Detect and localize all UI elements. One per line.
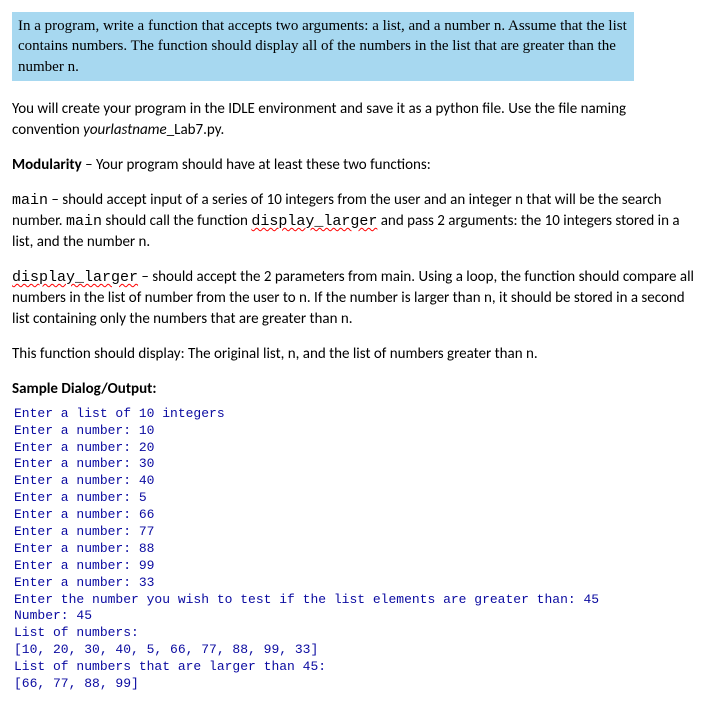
sample-heading: Sample Dialog/Output: <box>12 379 697 400</box>
modularity-rest: – Your program should have at least thes… <box>82 156 431 174</box>
filename-rest: _Lab7.py. <box>167 121 225 139</box>
display-larger-code-2: display_larger <box>12 269 138 286</box>
intro-paragraph: You will create your program in the IDLE… <box>12 99 697 141</box>
main-function-paragraph: main – should accept input of a series o… <box>12 190 697 253</box>
modularity-paragraph: Modularity – Your program should have at… <box>12 155 697 176</box>
filename-italic: yourlastname <box>83 121 167 139</box>
display-larger-paragraph: display_larger – should accept the 2 par… <box>12 267 697 330</box>
problem-statement-box: In a program, write a function that acce… <box>12 12 634 81</box>
main-code: main <box>12 192 48 209</box>
modularity-label: Modularity <box>12 156 82 174</box>
function-display-text: This function should display: The origin… <box>12 345 538 363</box>
function-display-paragraph: This function should display: The origin… <box>12 344 697 365</box>
sample-output: Enter a list of 10 integers Enter a numb… <box>12 406 697 693</box>
main-desc-2: should call the function <box>102 212 251 230</box>
problem-statement-text: In a program, write a function that acce… <box>18 18 627 75</box>
display-larger-code: display_larger <box>251 213 377 230</box>
main-code-2: main <box>66 213 102 230</box>
